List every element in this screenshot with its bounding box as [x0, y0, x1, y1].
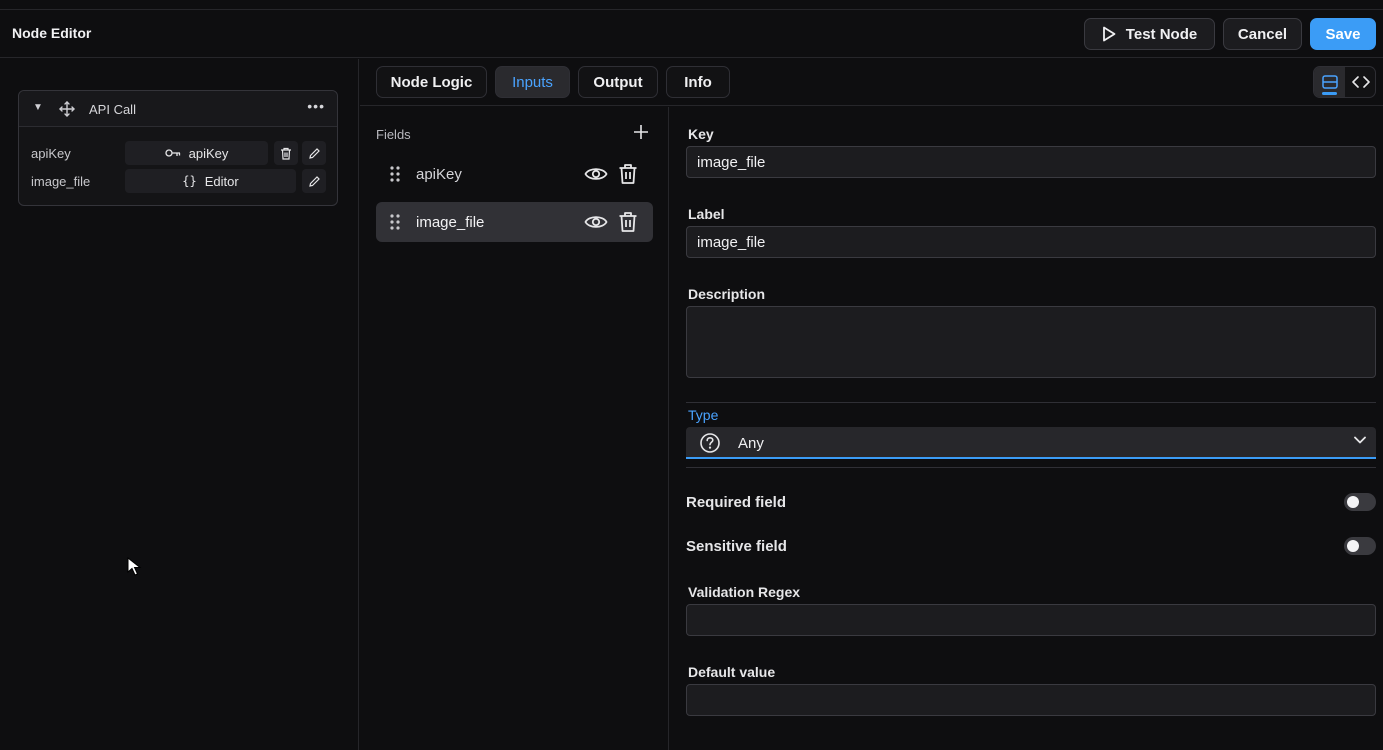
plus-icon — [634, 125, 648, 139]
play-icon — [1102, 26, 1116, 42]
edit-row-button[interactable] — [302, 169, 326, 193]
fields-title: Fields — [376, 127, 411, 142]
toggle-knob — [1347, 540, 1359, 552]
header-bar: Node Editor Test Node Cancel Save — [0, 10, 1383, 58]
field-item-apikey[interactable]: apiKey — [376, 154, 653, 194]
sensitive-field-toggle[interactable] — [1344, 537, 1376, 555]
eye-icon[interactable] — [584, 212, 608, 232]
collapse-caret-icon[interactable]: ▼ — [33, 102, 43, 113]
editor-pill-value: Editor — [204, 173, 239, 189]
delete-row-button[interactable] — [274, 141, 298, 165]
add-field-button[interactable] — [632, 123, 650, 141]
description-textarea[interactable] — [686, 306, 1376, 378]
apikey-pill-value: apiKey — [188, 145, 229, 161]
label-input[interactable] — [686, 226, 1376, 258]
question-circle-icon — [700, 433, 720, 453]
tab-output[interactable]: Output — [578, 66, 658, 98]
key-icon — [164, 149, 180, 157]
page-title: Node Editor — [12, 25, 92, 41]
editor-pill[interactable]: {} Editor — [125, 169, 296, 193]
required-field-label: Required field — [686, 494, 787, 511]
node-row-label: image_file — [31, 174, 91, 189]
field-item-image-file[interactable]: image_file — [376, 202, 653, 242]
validation-regex-input[interactable] — [686, 604, 1376, 636]
active-indicator — [1322, 92, 1337, 95]
drag-handle-icon[interactable] — [390, 214, 400, 230]
view-toggle — [1313, 66, 1376, 98]
tab-node-logic[interactable]: Node Logic — [376, 66, 487, 98]
node-row-label: apiKey — [31, 146, 71, 161]
node-row-apikey: apiKey apiKey — [19, 141, 337, 165]
type-value: Any — [738, 435, 764, 452]
trash-icon[interactable] — [618, 163, 638, 185]
form-view-icon — [1321, 75, 1338, 89]
sensitive-field-label: Sensitive field — [686, 538, 787, 555]
fields-pane: Fields apiKey image_file — [360, 107, 669, 750]
type-label: Type — [688, 407, 719, 423]
test-node-button[interactable]: Test Node — [1084, 18, 1215, 50]
node-card-header: ▼ API Call ••• — [19, 91, 337, 127]
key-label: Key — [688, 126, 714, 142]
pencil-icon — [308, 147, 320, 159]
label-label: Label — [688, 206, 725, 222]
node-name: API Call — [89, 102, 136, 117]
required-field-toggle[interactable] — [1344, 493, 1376, 511]
move-icon[interactable] — [59, 101, 75, 117]
apikey-pill[interactable]: apiKey — [125, 141, 268, 165]
tabs-bar: Node Logic Inputs Output Info — [360, 59, 1383, 106]
description-label: Description — [688, 286, 766, 302]
field-name: image_file — [416, 214, 485, 231]
eye-icon[interactable] — [584, 164, 608, 184]
default-value-label: Default value — [688, 664, 776, 680]
type-divider-top — [686, 402, 1376, 403]
validation-regex-label: Validation Regex — [688, 584, 801, 600]
type-select[interactable]: Any — [686, 427, 1376, 459]
tab-info[interactable]: Info — [666, 66, 730, 98]
field-name: apiKey — [416, 166, 462, 183]
test-node-label: Test Node — [1125, 25, 1198, 43]
cancel-button[interactable]: Cancel — [1223, 18, 1302, 50]
mouse-cursor-icon — [127, 556, 142, 576]
pencil-icon — [308, 175, 320, 187]
more-options-icon[interactable]: ••• — [307, 98, 325, 114]
drag-handle-icon[interactable] — [390, 166, 400, 182]
save-button[interactable]: Save — [1310, 18, 1376, 50]
node-row-image-file: image_file {} Editor — [19, 169, 337, 193]
edit-row-button[interactable] — [302, 141, 326, 165]
default-value-input[interactable] — [686, 684, 1376, 716]
toggle-knob — [1347, 496, 1359, 508]
code-view-button[interactable] — [1345, 67, 1375, 97]
type-divider-bottom — [686, 467, 1376, 468]
tab-inputs[interactable]: Inputs — [495, 66, 570, 98]
key-input[interactable] — [686, 146, 1376, 178]
trash-icon[interactable] — [618, 211, 638, 233]
node-card[interactable]: ▼ API Call ••• apiKey apiKey image_file … — [18, 90, 338, 206]
code-icon — [1351, 76, 1370, 88]
trash-icon — [281, 147, 291, 160]
chevron-down-icon — [1354, 436, 1366, 444]
braces-icon: {} — [182, 174, 197, 188]
form-view-button[interactable] — [1314, 67, 1345, 97]
field-properties-pane: Key Label Description Type Any Required … — [670, 107, 1383, 750]
node-preview-pane: ▼ API Call ••• apiKey apiKey image_file … — [0, 59, 359, 750]
